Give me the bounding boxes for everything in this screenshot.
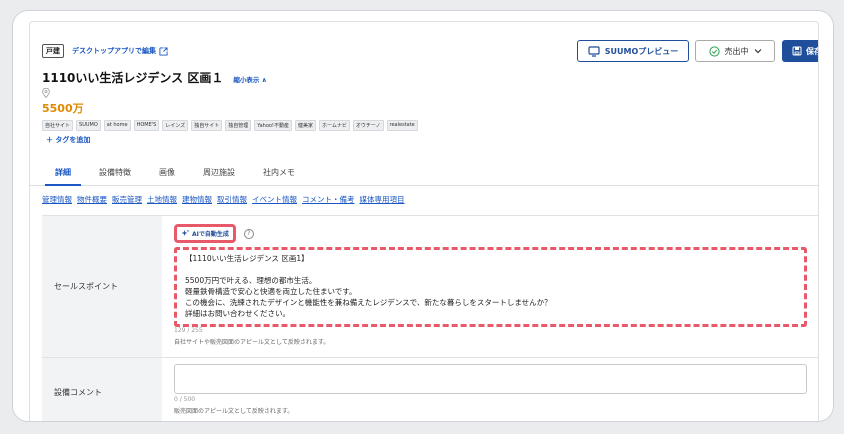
sparkle-icon [181,229,190,236]
top-line: 戸建 デスクトップアプリで編集 [42,44,168,58]
equipment-comment-content: 0 / 500 販売図面のアピール文として反映されます。 [162,358,818,421]
property-title: 1110いい生活レジデンス 区画１ [42,71,224,85]
section-link[interactable]: 物件概要 [77,194,107,205]
price-value: 5500万 [42,102,84,115]
sales-point-counter: 129 / 255 [174,327,203,334]
tab-bar: 詳細 設備特徴 画像 周辺施設 社内メモ [30,160,818,186]
sales-text-line: 軽量鉄骨構造で安心と快適を両立した住まいです。 [185,287,357,296]
sales-text-line: 5500万円で叶える、理想の都市生活。 [185,276,317,285]
tag: HOME'S [133,120,160,131]
equipment-comment-hint: 販売図面のアピール文として反映されます。 [174,408,294,415]
tab-internal-memo[interactable]: 社内メモ [263,160,295,185]
tag: 自社サイト [42,120,74,131]
tag: 独自管理 [225,120,252,131]
ai-generate-button[interactable]: AIで自動生成 [174,224,236,243]
section-link[interactable]: イベント情報 [252,194,297,205]
tag: Yahoo!不動産 [254,120,292,131]
status-select[interactable]: 売出中 [695,40,775,62]
desktop-app-edit-link[interactable]: デスクトップアプリで編集 [72,46,168,56]
ai-row: AIで自動生成 ? [174,224,807,243]
check-circle-icon [708,45,720,57]
sales-point-hint: 自社サイトや販売図面のアピール文として反映されます。 [174,339,330,346]
section-link[interactable]: 媒体専用項目 [360,194,405,205]
section-link[interactable]: 販売管理 [112,194,142,205]
tab-equipment[interactable]: 設備特徴 [99,160,131,185]
equipment-comment-textarea[interactable] [174,364,807,394]
title-row: 1110いい生活レジデンス 区画１ 縮小表示 ∧ [42,69,267,86]
property-type-badge: 戸建 [42,44,64,58]
section-link[interactable]: 管理情報 [42,194,72,205]
chevron-down-icon [754,49,761,54]
collapse-link[interactable]: 縮小表示 ∧ [233,74,267,84]
sales-text-line [185,264,796,275]
tab-images[interactable]: 画像 [159,160,175,185]
save-disk-icon [792,46,802,56]
suumo-preview-button[interactable]: SUUMOプレビュー [577,40,689,62]
tag: オウチーノ [352,120,384,131]
section-links: 管理情報 物件概要 販売管理 土地情報 建物情報 取引情報 イベント情報 コメン… [42,194,405,205]
save-label: 保存 [806,46,818,56]
external-link-icon [159,46,168,56]
sales-point-label: セールスポイント [42,216,162,357]
tag-list: 自社サイト SUUMO at home HOME'S レインズ 独自サイト 独自… [42,120,418,131]
tag: realestate [386,120,418,131]
location-pin-icon [42,88,50,98]
sales-text-line: 【1110いい生活レジデンス 区画1】 [185,254,309,263]
tab-nearby[interactable]: 周辺施設 [203,160,235,185]
equipment-comment-label: 設備コメント [42,358,162,421]
tag: 健美家 [294,120,316,131]
sales-point-content: AIで自動生成 ? 【1110いい生活レジデンス 区画1】 5500万円で叶える… [162,216,818,357]
add-tag-link[interactable]: ＋ タグを追加 [46,135,90,145]
sales-point-textarea[interactable]: 【1110いい生活レジデンス 区画1】 5500万円で叶える、理想の都市生活。 … [174,247,807,327]
ai-generate-label: AIで自動生成 [192,231,229,238]
tag: ホームナビ [318,120,350,131]
property-form: セールスポイント AIで自動生成 ? 【1110いい生活レジデンス 区画1】 5… [42,215,818,421]
equipment-comment-counter: 0 / 500 [174,396,196,403]
section-link[interactable]: 取引情報 [217,194,247,205]
section-link[interactable]: 土地情報 [147,194,177,205]
tag: at home [103,120,131,131]
tab-details[interactable]: 詳細 [45,160,81,186]
sales-text-line: この機会に、洗練されたデザインと機能性を兼ね備えたレジデンスで、新たな暮らしをス… [185,298,552,307]
sales-point-row: セールスポイント AIで自動生成 ? 【1110いい生活レジデンス 区画1】 5… [42,216,818,358]
sales-text-line: 詳細はお問い合わせください。 [185,309,290,318]
tag: 独自サイト [191,120,223,131]
status-select-value: 売出中 [724,46,749,56]
tag: SUUMO [76,120,101,131]
help-icon[interactable]: ? [243,228,254,239]
section-link[interactable]: コメント・備考 [302,194,355,205]
save-button[interactable]: 保存 [782,40,818,62]
monitor-icon [588,45,600,57]
app-frame: 戸建 デスクトップアプリで編集 SUUMOプレビュー 売出中 保存 1110いい… [12,10,834,422]
section-link[interactable]: 建物情報 [182,194,212,205]
equipment-comment-row: 設備コメント 0 / 500 販売図面のアピール文として反映されます。 [42,358,818,421]
suumo-preview-label: SUUMOプレビュー [604,46,679,56]
property-card: 戸建 デスクトップアプリで編集 SUUMOプレビュー 売出中 保存 1110いい… [29,21,819,421]
tag: レインズ [162,120,189,131]
desktop-app-edit-label: デスクトップアプリで編集 [72,47,156,55]
